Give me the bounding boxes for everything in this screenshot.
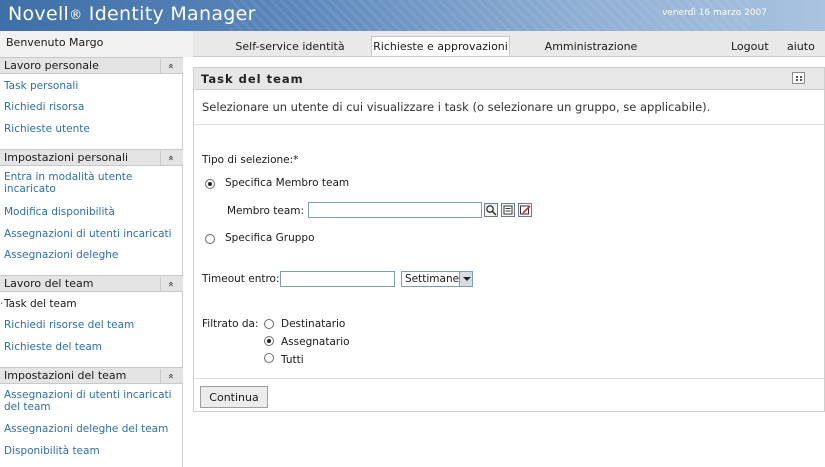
reset-edit-icon[interactable] <box>518 203 532 217</box>
timeout-input[interactable] <box>280 271 395 287</box>
option-group-label: Specifica Gruppo <box>225 232 315 244</box>
sidebar-section-lavoro-personale: Lavoro personale <box>0 57 183 74</box>
sidebar-item-richiedi-risorse-team[interactable]: Richiedi risorse del team <box>4 319 180 331</box>
member-input[interactable] <box>308 202 482 218</box>
sidebar-item-assegnazioni-incaricati-team[interactable]: Assegnazioni di utenti incaricati del te… <box>4 389 180 413</box>
help-link[interactable]: aiuto <box>787 36 819 56</box>
chevron-down-icon[interactable] <box>459 272 472 286</box>
sidebar-section-title: Lavoro personale <box>4 59 99 72</box>
sidebar: Lavoro personale Task personali Richiedi… <box>0 57 183 467</box>
filter-option-assegnatario: Assegnatario <box>281 336 350 348</box>
brand-name: Novell <box>8 3 70 25</box>
timeout-unit-value: Settimane <box>405 273 460 285</box>
collapse-icon[interactable] <box>160 369 179 383</box>
radio-assegnatario[interactable] <box>264 336 274 346</box>
brand-product: Identity Manager <box>88 3 256 25</box>
sidebar-item-task-personali[interactable]: Task personali <box>4 80 180 92</box>
sidebar-item-assegnazioni-deleghe-team[interactable]: Assegnazioni deleghe del team <box>4 423 180 435</box>
radio-tutti[interactable] <box>264 353 274 363</box>
option-member-label: Specifica Membro team <box>225 177 350 189</box>
radio-destinatario[interactable] <box>264 319 274 329</box>
member-field-label: Membro team: <box>227 205 305 217</box>
sidebar-item-modalita-incaricato[interactable]: Entra in modalità utente incaricato <box>4 171 180 195</box>
divider <box>194 124 824 125</box>
logout-link[interactable]: Logout <box>731 36 771 56</box>
timeout-label: Timeout entro: <box>202 273 280 285</box>
sidebar-section-impostazioni-team: Impostazioni del team <box>0 367 183 384</box>
continue-button[interactable]: Continua <box>200 386 268 408</box>
collapse-icon[interactable] <box>160 151 179 165</box>
radio-specifica-gruppo[interactable] <box>205 234 215 244</box>
sidebar-item-modifica-disponibilita[interactable]: Modifica disponibilità <box>4 206 180 218</box>
current-marker-icon: · <box>0 298 4 310</box>
registered-mark: ® <box>69 8 83 23</box>
history-list-icon[interactable] <box>501 203 515 217</box>
collapse-icon[interactable] <box>160 277 179 291</box>
tab-self-service[interactable]: Self-service identità <box>232 36 348 56</box>
sidebar-item-richiedi-risorsa[interactable]: Richiedi risorsa <box>4 101 180 113</box>
sidebar-item-assegnazioni-deleghe[interactable]: Assegnazioni deleghe <box>4 249 180 261</box>
selection-type-label: Tipo di selezione:* <box>202 154 299 166</box>
panel-description: Selezionare un utente di cui visualizzar… <box>202 100 711 114</box>
grid-icon[interactable] <box>792 72 805 84</box>
sidebar-item-disponibilita-team[interactable]: Disponibilità team <box>4 445 180 457</box>
sidebar-section-title: Impostazioni personali <box>4 151 129 164</box>
main-navigation: Benvenuto Margo Self-service identità Ri… <box>0 31 825 57</box>
filter-label: Filtrato da: <box>202 318 259 330</box>
sidebar-item-label: Task del team <box>4 298 77 310</box>
current-date: venerdì 16 marzo 2007 <box>661 8 767 18</box>
sidebar-section-lavoro-team: Lavoro del team <box>0 275 183 292</box>
sidebar-section-title: Lavoro del team <box>4 277 94 290</box>
app-logo: Novell® Identity Manager <box>8 3 256 25</box>
sidebar-section-title: Impostazioni del team <box>4 369 127 382</box>
panel-title: Task del team <box>201 72 304 86</box>
sidebar-item-task-del-team[interactable]: · Task del team <box>0 298 180 310</box>
filter-option-destinatario: Destinatario <box>281 318 346 330</box>
divider <box>194 378 824 379</box>
sidebar-item-richieste-team[interactable]: Richieste del team <box>4 341 180 353</box>
sidebar-item-richieste-utente[interactable]: Richieste utente <box>4 123 180 135</box>
tab-richieste-approvazioni[interactable]: Richieste e approvazioni <box>371 36 510 56</box>
sidebar-item-assegnazioni-incaricati[interactable]: Assegnazioni di utenti incaricati <box>4 228 180 240</box>
task-team-panel: Task del team Selezionare un utente di c… <box>193 67 825 412</box>
sidebar-section-impostazioni-personali: Impostazioni personali <box>0 149 183 166</box>
welcome-text: Benvenuto Margo <box>0 31 193 57</box>
search-icon[interactable] <box>484 203 498 217</box>
radio-specifica-membro[interactable] <box>205 179 215 189</box>
tab-amministrazione[interactable]: Amministrazione <box>538 36 644 56</box>
app-header: Novell® Identity Manager venerdì 16 marz… <box>0 0 825 31</box>
collapse-icon[interactable] <box>160 59 179 73</box>
timeout-unit-select[interactable]: Settimane <box>401 271 473 287</box>
filter-option-tutti: Tutti <box>281 354 304 366</box>
panel-header: Task del team <box>194 68 824 90</box>
